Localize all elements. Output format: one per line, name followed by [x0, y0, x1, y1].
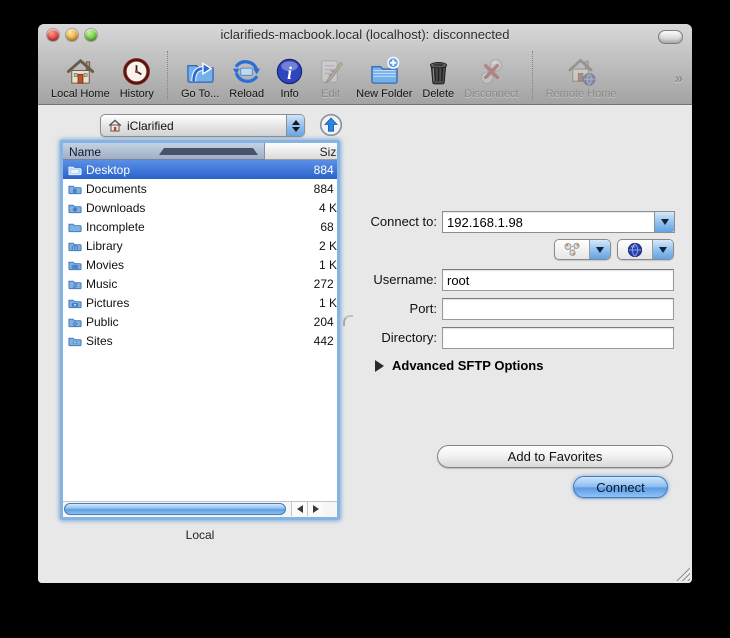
chevron-down-icon: [660, 219, 669, 225]
horizontal-scrollbar[interactable]: [63, 501, 337, 517]
volume-popup-value: iClarified: [127, 118, 174, 133]
dropdown-arrow-button[interactable]: [589, 240, 610, 259]
incomplete-folder-icon: [68, 223, 82, 232]
info-icon: i: [276, 58, 303, 85]
public-folder-icon: [68, 318, 82, 327]
downloads-folder-icon: [68, 204, 82, 213]
goto-folder-icon: [186, 62, 214, 83]
svg-text:i: i: [287, 63, 292, 83]
content-area: iClarified Name Size Desktop: [38, 105, 692, 583]
toolbar-pill-button[interactable]: [658, 30, 683, 44]
toolbar-item-label: Disconnect: [464, 88, 519, 100]
globe-icon: [627, 242, 643, 257]
disclosure-triangle-icon: [375, 359, 384, 372]
file-row-documents[interactable]: Documents 884 B: [63, 179, 337, 198]
pictures-folder-icon: [68, 299, 82, 308]
history-button[interactable]: History: [120, 56, 154, 100]
documents-folder-icon: [68, 185, 82, 194]
house-icon: [66, 58, 94, 84]
network-nodes-icon: [564, 242, 580, 256]
connect-to-combobox[interactable]: [442, 211, 675, 233]
scroll-right-button[interactable]: [307, 502, 323, 516]
toolbar-item-label: Remote Home: [545, 88, 617, 100]
connect-to-input[interactable]: [443, 212, 654, 232]
chevron-down-icon: [596, 246, 604, 253]
new-folder-icon: [370, 56, 400, 84]
port-field[interactable]: [442, 298, 674, 320]
volume-popup-button[interactable]: iClarified: [100, 114, 305, 137]
scroll-left-button[interactable]: [291, 502, 307, 516]
reload-icon: [233, 60, 261, 83]
column-header-size[interactable]: Size: [265, 143, 337, 160]
network-browser-dropdown[interactable]: [617, 239, 674, 260]
file-row-library[interactable]: Library 2 KB: [63, 236, 337, 255]
window-chrome: iclarifieds-macbook.local (localhost): d…: [38, 24, 692, 105]
toolbar-item-label: New Folder: [356, 88, 413, 100]
edit-notepad-icon: [321, 60, 343, 84]
port-label: Port:: [409, 301, 437, 316]
add-to-favorites-button[interactable]: Add to Favorites: [437, 445, 673, 468]
window-title: iclarifieds-macbook.local (localhost): d…: [220, 27, 510, 42]
desktop-folder-icon: [68, 166, 82, 175]
directory-field[interactable]: [442, 327, 674, 349]
connect-to-label: Connect to:: [370, 214, 438, 229]
go-up-directory-button[interactable]: [319, 113, 343, 137]
username-field[interactable]: [442, 269, 674, 291]
new-folder-button[interactable]: New Folder: [356, 56, 412, 100]
toolbar-item-label: Go To...: [180, 88, 220, 100]
toolbar-item-label: History: [119, 88, 154, 100]
remote-home-icon: [568, 58, 596, 86]
trash-icon: [429, 62, 447, 85]
titlebar[interactable]: iclarifieds-macbook.local (localhost): d…: [38, 24, 692, 46]
clock-icon: [123, 58, 151, 85]
toolbar-item-label: Edit: [321, 88, 341, 100]
dropdown-arrow-button[interactable]: [652, 240, 673, 259]
directory-label: Directory:: [381, 330, 437, 345]
remote-home-button[interactable]: Remote Home: [546, 56, 617, 100]
toolbar-separator: [531, 51, 533, 99]
bonjour-servers-dropdown[interactable]: [554, 239, 611, 260]
toolbar-item-label: Reload: [229, 88, 265, 100]
username-label: Username:: [373, 272, 437, 287]
toolbar: Local Home History Go To... Reload i Inf…: [38, 46, 692, 104]
sites-folder-icon: [68, 337, 82, 346]
edit-button[interactable]: Edit: [315, 56, 346, 100]
popup-stepper: [286, 115, 304, 136]
info-button[interactable]: i Info: [274, 56, 305, 100]
local-home-button[interactable]: Local Home: [51, 56, 110, 100]
toolbar-item-label: Info: [280, 88, 299, 100]
disconnect-icon: [480, 58, 503, 85]
chevron-down-icon: [659, 246, 667, 253]
disconnect-button[interactable]: Disconnect: [464, 56, 519, 100]
scrollbar-thumb[interactable]: [64, 503, 286, 515]
up-arrow-icon: [319, 113, 343, 137]
library-folder-icon: [68, 242, 82, 251]
advanced-sftp-options-disclosure[interactable]: Advanced SFTP Options: [375, 358, 543, 373]
local-pane-caption: Local: [185, 528, 215, 542]
sort-ascending-icon: [158, 148, 258, 155]
file-row-desktop[interactable]: Desktop 884 B: [63, 160, 337, 179]
toolbar-item-label: Delete: [422, 88, 455, 100]
connect-button[interactable]: Connect: [573, 476, 668, 498]
go-to-button[interactable]: Go To...: [181, 56, 219, 100]
fugu-window: iclarifieds-macbook.local (localhost): d…: [38, 24, 692, 583]
combo-dropdown-button[interactable]: [654, 212, 674, 232]
toolbar-overflow-chevron[interactable]: »: [675, 70, 683, 87]
home-mini-icon: [108, 119, 122, 132]
delete-button[interactable]: Delete: [422, 56, 454, 100]
toolbar-separator: [166, 51, 168, 99]
music-folder-icon: [68, 280, 82, 289]
toolbar-item-label: Local Home: [51, 88, 110, 100]
reload-button[interactable]: Reload: [229, 56, 264, 100]
list-header: Name Size: [63, 143, 337, 160]
movies-folder-icon: [68, 261, 82, 270]
advanced-options-label: Advanced SFTP Options: [392, 358, 544, 373]
column-header-name[interactable]: Name: [63, 143, 265, 160]
